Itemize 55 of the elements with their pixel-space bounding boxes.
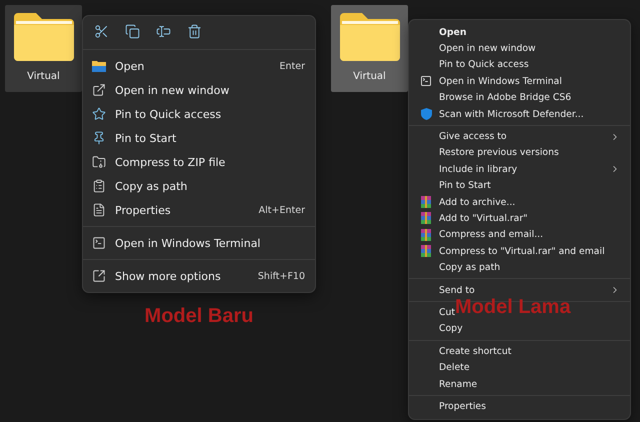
menu-item[interactable]: Pin to Start	[413, 178, 626, 194]
terminal-icon	[420, 75, 432, 88]
cut-button[interactable]	[94, 24, 109, 39]
trash-button[interactable]	[187, 24, 202, 39]
folder-icon	[338, 11, 402, 63]
caption: Model Baru	[144, 305, 254, 328]
menu-item[interactable]: Include in library	[413, 161, 626, 178]
menu-item[interactable]: Add to archive...	[413, 194, 626, 210]
menu-item[interactable]: Rename	[413, 376, 626, 392]
menu-item[interactable]: Open in Windows Terminal	[413, 73, 626, 90]
menu-item[interactable]: Browse in Adobe Bridge CS6	[413, 90, 626, 106]
menu-item[interactable]: Pin to Quick access	[83, 102, 315, 126]
archive-books-icon	[420, 228, 432, 241]
menu-item[interactable]: Send to	[413, 282, 626, 298]
archive-books-icon	[420, 196, 432, 208]
menu-item[interactable]: Scan with Microsoft Defender...	[413, 106, 626, 122]
menu-item[interactable]: Properties	[413, 398, 626, 415]
folder-icon	[12, 11, 76, 63]
menu-item[interactable]: Compress to "Virtual.rar" and email	[413, 243, 626, 260]
folder-icon	[92, 60, 106, 72]
menu-item[interactable]: Open in Windows Terminal	[83, 231, 315, 255]
copy-button[interactable]	[125, 24, 140, 39]
menu-item[interactable]: Compress and email...	[413, 226, 626, 244]
menu-item[interactable]: Show more options Shift+F10	[83, 264, 315, 288]
menu-item[interactable]: Open in new window	[413, 40, 626, 57]
menu-item[interactable]: Restore previous versions	[413, 144, 626, 162]
shield-icon	[420, 108, 432, 120]
path-icon	[92, 179, 106, 193]
folder-tile[interactable]: Virtual	[5, 5, 82, 92]
folder-tile[interactable]: Virtual	[331, 5, 408, 92]
menu-item[interactable]: Copy	[413, 320, 626, 338]
external-link-icon	[92, 83, 106, 97]
menu-item[interactable]: Create shortcut	[413, 343, 626, 360]
terminal-icon	[92, 236, 106, 250]
star-icon	[92, 107, 106, 121]
properties-icon	[92, 203, 106, 217]
archive-books-icon	[420, 212, 432, 224]
menu-item[interactable]: Copy as path	[83, 174, 315, 198]
rename-button[interactable]	[156, 24, 171, 39]
menu-item[interactable]: Add to "Virtual.rar"	[413, 210, 626, 227]
menu-item[interactable]: Pin to Start	[83, 126, 315, 150]
caption: Model Lama	[455, 296, 571, 319]
menu-item[interactable]: Properties Alt+Enter	[83, 198, 315, 222]
menu-item[interactable]: Pin to Quick access	[413, 56, 626, 74]
menu-item[interactable]: Copy as path	[413, 259, 626, 276]
menu-item[interactable]: Open Enter	[83, 54, 315, 78]
menu-item[interactable]: Compress to ZIP file	[83, 150, 315, 174]
menu-item[interactable]: Open	[413, 24, 626, 40]
archive-books-icon	[420, 245, 432, 258]
menu-item[interactable]: Open in new window	[83, 78, 315, 102]
menu-item[interactable]: Delete	[413, 359, 626, 376]
pin-icon	[92, 131, 106, 145]
more-options-icon	[92, 269, 106, 283]
menu-item[interactable]: Give access to	[413, 128, 626, 145]
zip-folder-icon	[92, 155, 106, 169]
